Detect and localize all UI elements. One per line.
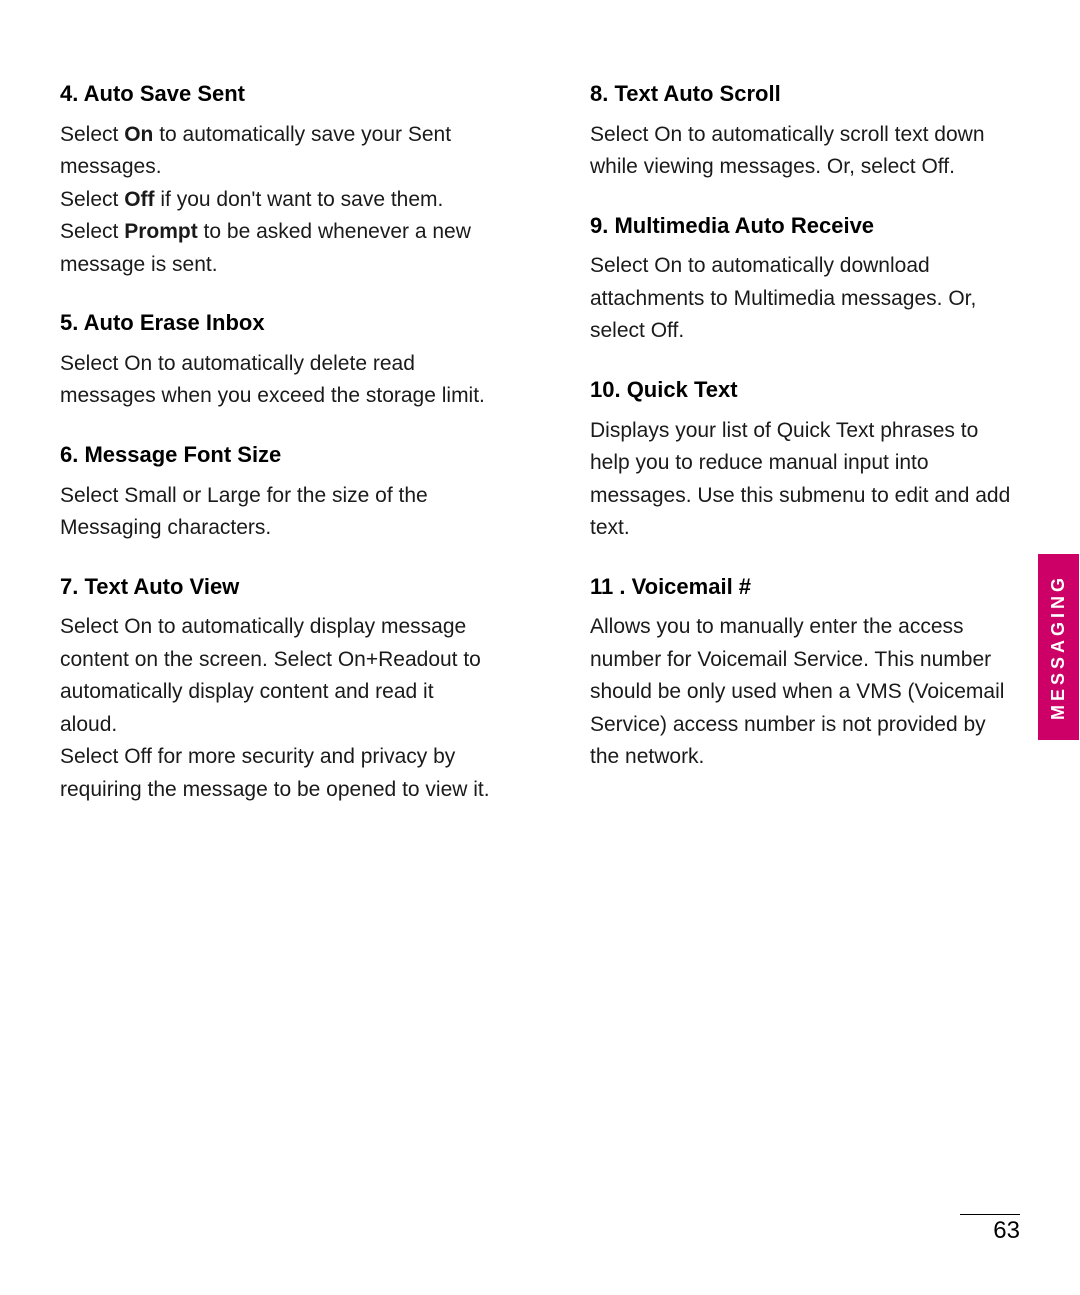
section-5: 5. Auto Erase Inbox Select On to automat…: [60, 309, 490, 413]
sidebar-wrapper: MESSAGING: [1036, 0, 1080, 1295]
section-9-body: Select On to automatically download atta…: [590, 250, 1020, 348]
section-9-heading: 9. Multimedia Auto Receive: [590, 212, 1020, 241]
sidebar-label: MESSAGING: [1038, 554, 1079, 740]
section-11-heading: 11 . Voicemail #: [590, 573, 1020, 602]
page-container: 4. Auto Save Sent Select On to automatic…: [0, 0, 1080, 1295]
section-4: 4. Auto Save Sent Select On to automatic…: [60, 80, 490, 281]
section-7-heading: 7. Text Auto View: [60, 573, 490, 602]
section-7: 7. Text Auto View Select On to automatic…: [60, 573, 490, 807]
section-8-body: Select On to automatically scroll text d…: [590, 119, 1020, 184]
section-5-body: Select On to automatically delete read m…: [60, 348, 490, 413]
section-11: 11 . Voicemail # Allows you to manually …: [590, 573, 1020, 774]
section-6-heading: 6. Message Font Size: [60, 441, 490, 470]
two-column-layout: 4. Auto Save Sent Select On to automatic…: [60, 80, 1020, 835]
right-column: 8. Text Auto Scroll Select On to automat…: [570, 80, 1020, 835]
section-4-heading: 4. Auto Save Sent: [60, 80, 490, 109]
section-10-body: Displays your list of Quick Text phrases…: [590, 415, 1020, 545]
section-9: 9. Multimedia Auto Receive Select On to …: [590, 212, 1020, 348]
section-10-heading: 10. Quick Text: [590, 376, 1020, 405]
section-10: 10. Quick Text Displays your list of Qui…: [590, 376, 1020, 545]
section-6: 6. Message Font Size Select Small or Lar…: [60, 441, 490, 545]
section-6-body: Select Small or Large for the size of th…: [60, 480, 490, 545]
page-number: 63: [993, 1217, 1020, 1245]
section-5-heading: 5. Auto Erase Inbox: [60, 309, 490, 338]
section-7-body: Select On to automatically display messa…: [60, 611, 490, 806]
section-4-body: Select On to automatically save your Sen…: [60, 119, 490, 282]
left-column: 4. Auto Save Sent Select On to automatic…: [60, 80, 510, 835]
section-8: 8. Text Auto Scroll Select On to automat…: [590, 80, 1020, 184]
section-11-body: Allows you to manually enter the access …: [590, 611, 1020, 774]
page-divider: [960, 1214, 1020, 1215]
section-8-heading: 8. Text Auto Scroll: [590, 80, 1020, 109]
